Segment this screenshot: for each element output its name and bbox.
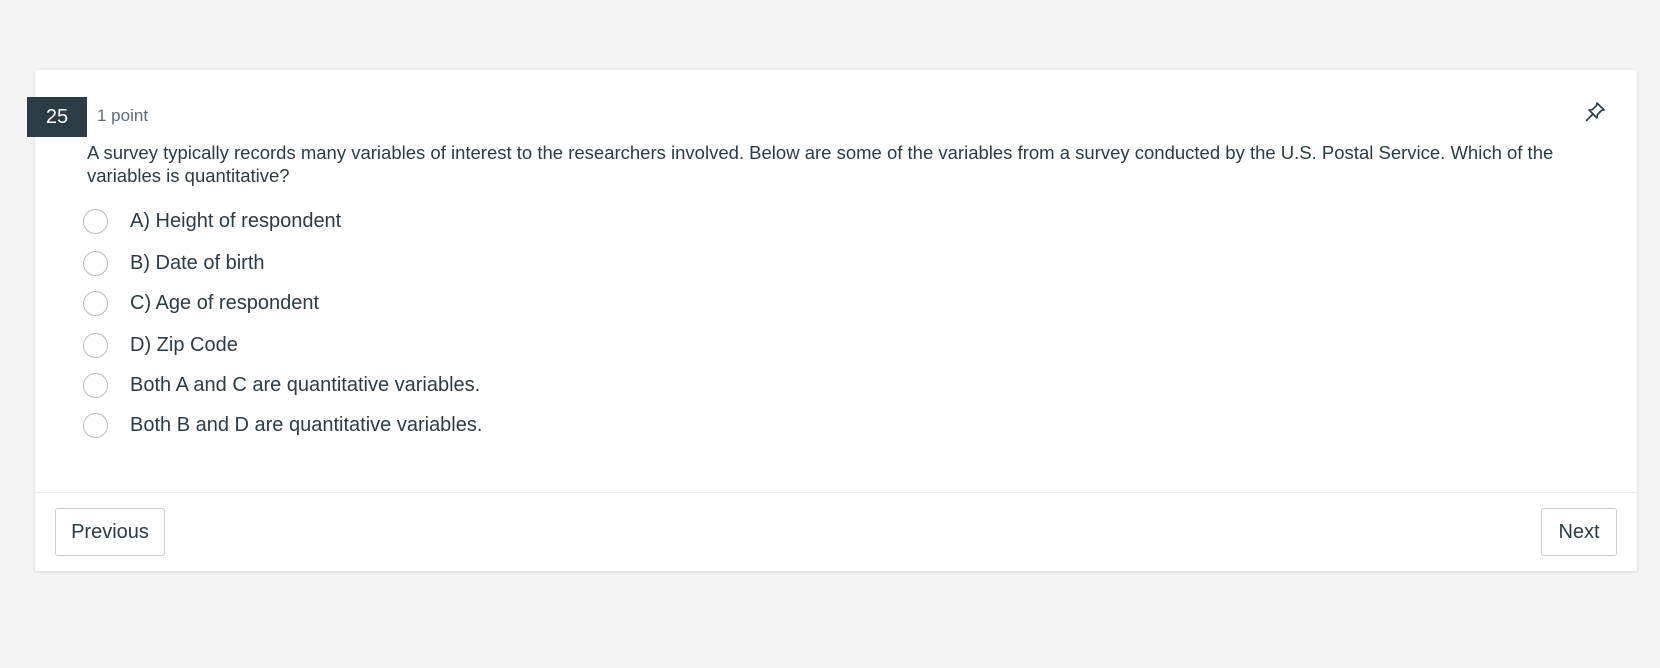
radio-button[interactable] [83,250,108,276]
answer-option-e[interactable]: Both A and C are quantitative variables. [83,372,603,398]
radio-button[interactable] [83,332,108,358]
radio-button[interactable] [83,290,108,316]
next-button[interactable]: Next [1541,508,1617,556]
answer-option-label: B) Date of birth [130,251,265,274]
answer-option-d[interactable]: D) Zip Code [83,332,603,358]
answer-option-label: Both A and C are quantitative variables. [130,373,481,396]
answer-option-label: A) Height of respondent [130,209,342,232]
footer-divider [35,492,1637,493]
pin-icon[interactable] [1583,100,1607,124]
radio-button[interactable] [83,372,108,398]
answer-option-label: Both B and D are quantitative variables. [130,413,483,436]
question-points: 1 point [97,106,149,125]
answer-option-a[interactable]: A) Height of respondent [83,208,603,234]
radio-button[interactable] [83,208,108,234]
question-text: A survey typically records many variable… [87,142,1554,186]
answer-option-b[interactable]: B) Date of birth [83,250,603,276]
answer-option-label: C) Age of respondent [130,291,320,314]
question-number-badge: 25 [27,97,87,137]
previous-button[interactable]: Previous [55,508,165,556]
radio-button[interactable] [83,412,108,438]
answer-option-c[interactable]: C) Age of respondent [83,290,603,316]
answer-option-f[interactable]: Both B and D are quantitative variables. [83,412,603,438]
question-card: 25 1 point A survey typically records ma… [27,70,1637,571]
answer-option-label: D) Zip Code [130,333,238,356]
